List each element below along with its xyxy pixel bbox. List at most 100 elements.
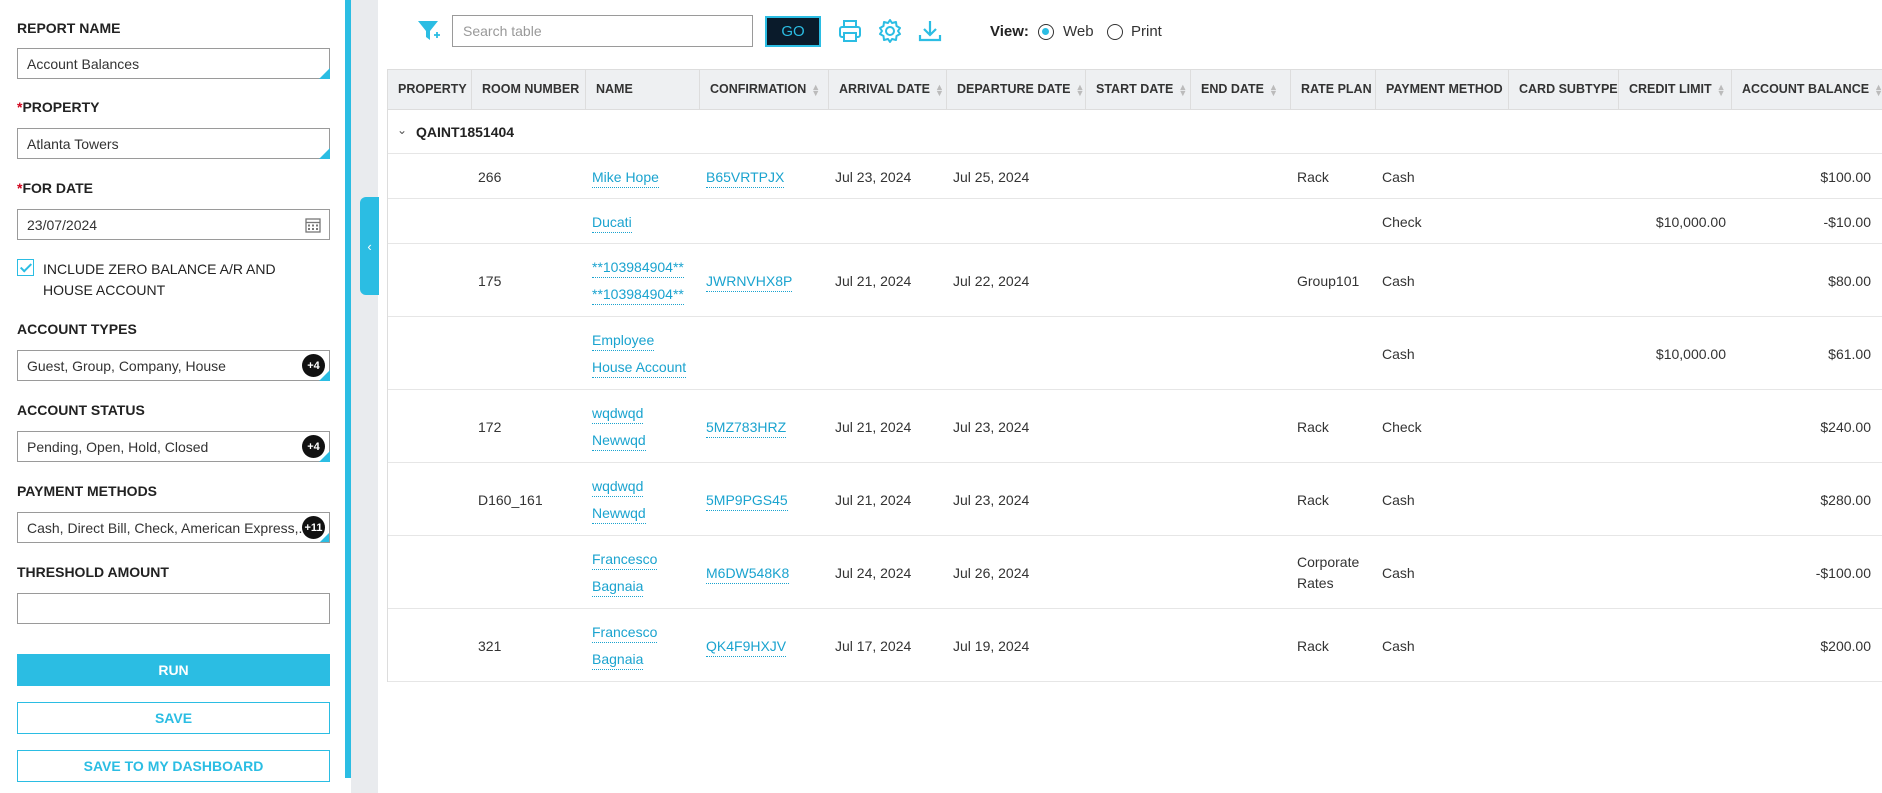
- guest-name-link[interactable]: Ducati: [592, 212, 632, 233]
- group-row[interactable]: ⌄ QAINT1851404: [388, 110, 1882, 154]
- confirmation-link[interactable]: B65VRTPJX: [706, 167, 785, 188]
- cell-confirmation[interactable]: 5MZ783HRZ: [706, 413, 826, 441]
- table-row[interactable]: Francesco Bagnaia M6DW548K8 Jul 24, 2024 Jul…: [388, 536, 1882, 609]
- cell-confirmation[interactable]: B65VRTPJX: [706, 163, 826, 191]
- table-row[interactable]: 321 Francesco Bagnaia QK4F9HXJV Jul 17, 2024…: [388, 609, 1882, 682]
- cell-confirmation[interactable]: JWRNVHX8P: [706, 267, 826, 295]
- table-row[interactable]: Ducati Check $10,000.00 -$10.00: [388, 199, 1882, 244]
- guest-name-link[interactable]: Francesco: [592, 622, 658, 643]
- guest-name-link[interactable]: Newwqd: [592, 503, 646, 524]
- cell-name[interactable]: Mike Hope: [592, 163, 702, 191]
- cell-name[interactable]: Ducati: [592, 208, 702, 236]
- cell-payment: Check: [1382, 208, 1502, 236]
- account-status-field[interactable]: Pending, Open, Hold, Closed +4: [17, 431, 330, 462]
- cell-balance: $61.00: [1738, 340, 1871, 368]
- table-row[interactable]: 266 Mike Hope B65VRTPJX Jul 23, 2024 Jul 25,…: [388, 154, 1882, 199]
- guest-name-link[interactable]: **103984904**: [592, 257, 684, 278]
- col-departure-date[interactable]: DEPARTURE DATE ▲ ▼: [947, 70, 1086, 110]
- col-arrival-date[interactable]: ARRIVAL DATE ▲ ▼: [829, 70, 947, 110]
- property-label: *PROPERTY: [17, 99, 99, 115]
- cell-departure: Jul 26, 2024: [953, 559, 1083, 587]
- sort-icon: ▲ ▼: [1874, 81, 1882, 98]
- calendar-icon[interactable]: [305, 217, 321, 233]
- guest-name-link[interactable]: House Account: [592, 357, 687, 378]
- col-label: PAYMENT METHOD: [1386, 82, 1503, 96]
- cell-name[interactable]: Francesco Bagnaia: [592, 619, 702, 673]
- cell-name[interactable]: Francesco Bagnaia: [592, 546, 702, 600]
- view-print-radio[interactable]: [1107, 24, 1123, 40]
- view-web-label[interactable]: Web: [1063, 23, 1094, 40]
- guest-name-link[interactable]: Employee: [592, 330, 655, 351]
- cell-text: Jul 21, 2024: [835, 273, 912, 289]
- guest-name-link[interactable]: Mike Hope: [592, 167, 659, 188]
- col-room-number[interactable]: ROOM NUMBER: [472, 70, 586, 110]
- guest-name-link[interactable]: Bagnaia: [592, 649, 644, 670]
- include-zero-balance-checkbox[interactable]: [17, 259, 34, 276]
- confirmation-link[interactable]: 5MP9PGS45: [706, 490, 788, 511]
- confirmation-link[interactable]: 5MZ783HRZ: [706, 417, 787, 438]
- sort-icon: ▲ ▼: [1716, 81, 1726, 98]
- cell-confirmation[interactable]: M6DW548K8: [706, 559, 826, 587]
- cell-name[interactable]: **103984904** **103984904**: [592, 254, 702, 308]
- guest-name-link[interactable]: wqdwqd: [592, 403, 644, 424]
- table-row[interactable]: Employee House Account Cash $10,000.00 $61.0…: [388, 317, 1882, 390]
- cell-text: Check: [1382, 419, 1422, 435]
- table-row[interactable]: 172 wqdwqd Newwqd 5MZ783HRZ Jul 21, 2024 Jul …: [388, 390, 1882, 463]
- collapse-panel-button[interactable]: ‹: [360, 197, 379, 295]
- cell-payment: Cash: [1382, 632, 1502, 660]
- cell-name[interactable]: wqdwqd Newwqd: [592, 400, 702, 454]
- cell-text: $280.00: [1820, 492, 1871, 508]
- col-end-date[interactable]: END DATE ▲ ▼: [1191, 70, 1291, 110]
- confirmation-link[interactable]: JWRNVHX8P: [706, 271, 793, 292]
- confirmation-link[interactable]: M6DW548K8: [706, 563, 790, 584]
- col-card-subtype[interactable]: CARD SUBTYPE: [1509, 70, 1619, 110]
- cell-balance: -$10.00: [1738, 208, 1871, 236]
- col-start-date[interactable]: START DATE ▲ ▼: [1086, 70, 1191, 110]
- report-name-field[interactable]: Account Balances: [17, 48, 330, 79]
- table-row[interactable]: 175 **103984904** **103984904** JWRNVHX8P Ju…: [388, 244, 1882, 317]
- property-field[interactable]: Atlanta Towers: [17, 128, 330, 159]
- guest-name-link[interactable]: wqdwqd: [592, 476, 644, 497]
- col-property[interactable]: PROPERTY: [388, 70, 472, 110]
- go-button[interactable]: GO: [765, 16, 821, 47]
- payment-methods-field[interactable]: Cash, Direct Bill, Check, American Expre…: [17, 512, 330, 543]
- filter-icon[interactable]: [416, 18, 442, 44]
- cell-name[interactable]: Employee House Account: [592, 327, 702, 381]
- col-label: ROOM NUMBER: [482, 82, 580, 96]
- resize-corner-icon: [319, 68, 330, 79]
- threshold-amount-input[interactable]: [17, 593, 330, 624]
- col-payment-method[interactable]: PAYMENT METHOD: [1376, 70, 1509, 110]
- guest-name-link[interactable]: Francesco: [592, 549, 658, 570]
- cell-payment: Check: [1382, 413, 1502, 441]
- resize-corner-icon: [319, 451, 330, 462]
- save-button[interactable]: SAVE: [17, 702, 330, 734]
- print-icon[interactable]: [837, 18, 863, 44]
- guest-name-link[interactable]: Bagnaia: [592, 576, 644, 597]
- table-row[interactable]: D160_161 wqdwqd Newwqd 5MP9PGS45 Jul 21, 202…: [388, 463, 1882, 536]
- cell-arrival: Jul 24, 2024: [835, 559, 945, 587]
- cell-confirmation[interactable]: 5MP9PGS45: [706, 486, 826, 514]
- for-date-field[interactable]: 23/07/2024: [17, 209, 330, 240]
- view-print-label[interactable]: Print: [1131, 23, 1162, 40]
- download-icon[interactable]: [917, 18, 943, 44]
- guest-name-link[interactable]: **103984904**: [592, 284, 684, 305]
- search-table-input[interactable]: Search table: [452, 15, 753, 47]
- save-to-dashboard-button[interactable]: SAVE TO MY DASHBOARD: [17, 750, 330, 782]
- col-name[interactable]: NAME: [586, 70, 700, 110]
- cell-arrival: Jul 17, 2024: [835, 632, 945, 660]
- col-confirmation[interactable]: CONFIRMATION ▲ ▼: [700, 70, 829, 110]
- confirmation-link[interactable]: QK4F9HXJV: [706, 636, 787, 657]
- chevron-down-icon[interactable]: ⌄: [397, 123, 407, 137]
- col-rate-plan[interactable]: RATE PLAN: [1291, 70, 1376, 110]
- col-account-balance[interactable]: ACCOUNT BALANCE ▲ ▼: [1732, 70, 1882, 110]
- cell-text: 172: [478, 419, 502, 435]
- cell-name[interactable]: wqdwqd Newwqd: [592, 473, 702, 527]
- run-button[interactable]: RUN: [17, 654, 330, 686]
- for-date-label: *FOR DATE: [17, 180, 93, 196]
- account-types-field[interactable]: Guest, Group, Company, House +4: [17, 350, 330, 381]
- gear-icon[interactable]: [877, 18, 903, 44]
- col-credit-limit[interactable]: CREDIT LIMIT ▲ ▼: [1619, 70, 1732, 110]
- guest-name-link[interactable]: Newwqd: [592, 430, 646, 451]
- cell-confirmation[interactable]: QK4F9HXJV: [706, 632, 826, 660]
- view-web-radio[interactable]: [1038, 24, 1054, 40]
